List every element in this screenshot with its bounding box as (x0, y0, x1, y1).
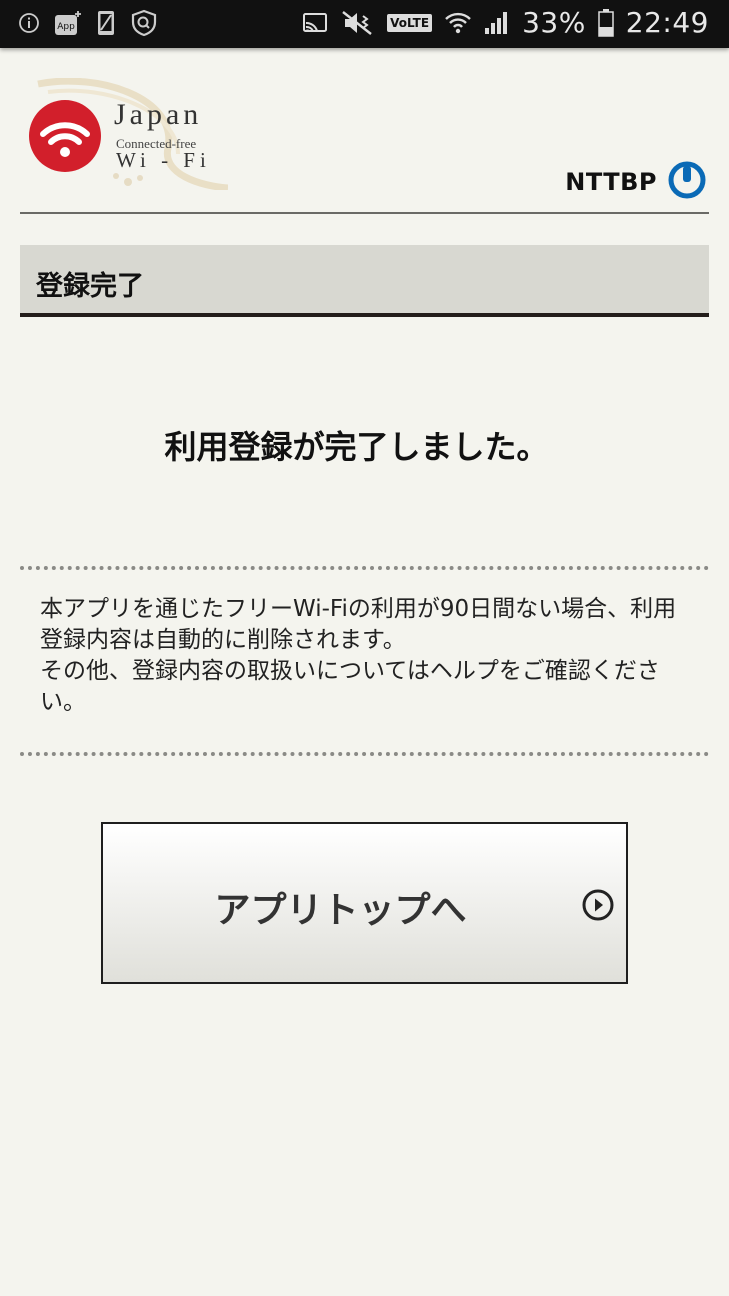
app-header: Japan Connected-free Wi - Fi NTTBP (20, 72, 709, 212)
section-title-bar: 登録完了 (20, 245, 709, 317)
app-icon: App (54, 10, 82, 36)
dotted-divider-top (20, 566, 709, 570)
cast-icon (303, 12, 329, 34)
status-bar: App VoLTE 33% 22:49 (0, 0, 729, 48)
notice-paragraph-1: 本アプリを通じたフリーWi-Fiの利用が90日間ない場合、利用登録内容は自動的に… (40, 596, 677, 653)
info-icon (18, 12, 40, 34)
app-badge-text: App (57, 22, 75, 32)
nttbp-logo: NTTBP (565, 160, 707, 204)
completion-message: 利用登録が完了しました。 (164, 428, 549, 466)
notice-paragraph-2: その他、登録内容の取扱いについてはヘルプをご確認ください。 (40, 658, 660, 715)
app-top-button-label: アプリトップへ (214, 890, 467, 931)
japan-wifi-logo: Japan Connected-free Wi - Fi (20, 72, 240, 197)
wifi-icon (444, 11, 472, 35)
security-icon (130, 9, 158, 37)
mute-icon (341, 10, 375, 36)
logo-wifi-text: Wi - Fi (116, 148, 211, 172)
ntt-logo-icon (667, 160, 707, 204)
status-bar-right: VoLTE 33% 22:49 (303, 6, 709, 39)
volte-icon: VoLTE (387, 13, 433, 32)
status-bar-left: App (18, 9, 158, 37)
battery-percent: 33% (522, 6, 586, 39)
section-title: 登録完了 (36, 271, 144, 302)
battery-icon (598, 8, 614, 37)
wifi-logo-icon (29, 100, 101, 172)
phone-icon (96, 10, 116, 36)
play-circle-icon (581, 888, 615, 926)
header-divider (20, 212, 709, 214)
clock: 22:49 (625, 6, 709, 39)
signal-icon (484, 11, 510, 35)
logo-japan-text: Japan (114, 98, 203, 131)
notice-text: 本アプリを通じたフリーWi-Fiの利用が90日間ない場合、利用登録内容は自動的に… (40, 594, 690, 718)
dotted-divider-bottom (20, 752, 709, 756)
app-top-button[interactable]: アプリトップへ (101, 822, 628, 984)
nttbp-text: NTTBP (565, 168, 657, 196)
